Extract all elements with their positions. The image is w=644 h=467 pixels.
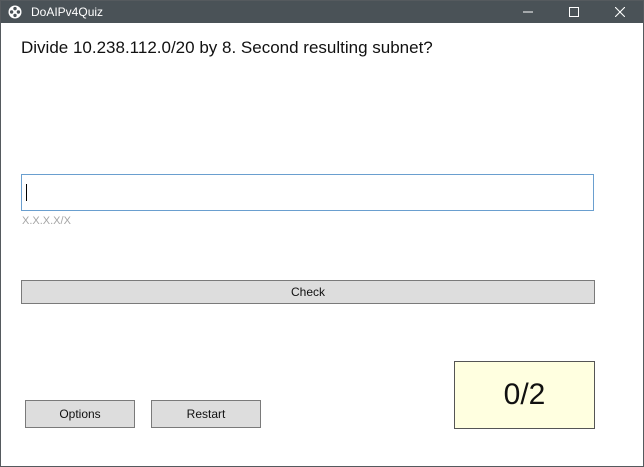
- window-title: DoAIPv4Quiz: [31, 5, 104, 19]
- minimize-button[interactable]: [505, 1, 551, 23]
- close-icon: [615, 7, 625, 17]
- window-controls: [505, 1, 643, 23]
- score-display: 0/2: [454, 361, 595, 429]
- text-caret: [26, 184, 27, 201]
- check-button[interactable]: Check: [21, 280, 595, 304]
- app-icon: [7, 4, 23, 20]
- answer-input[interactable]: [21, 174, 594, 211]
- app-window: DoAIPv4Quiz Divide 10.238.112.0/20 by 8.…: [0, 0, 644, 467]
- restart-button[interactable]: Restart: [151, 400, 261, 428]
- options-button[interactable]: Options: [25, 400, 135, 428]
- maximize-button[interactable]: [551, 1, 597, 23]
- question-text: Divide 10.238.112.0/20 by 8. Second resu…: [21, 38, 433, 57]
- title-bar[interactable]: DoAIPv4Quiz: [1, 1, 643, 23]
- minimize-icon: [523, 11, 533, 13]
- answer-format-hint: X.X.X.X/X: [22, 215, 71, 227]
- close-button[interactable]: [597, 1, 643, 23]
- maximize-icon: [569, 7, 579, 17]
